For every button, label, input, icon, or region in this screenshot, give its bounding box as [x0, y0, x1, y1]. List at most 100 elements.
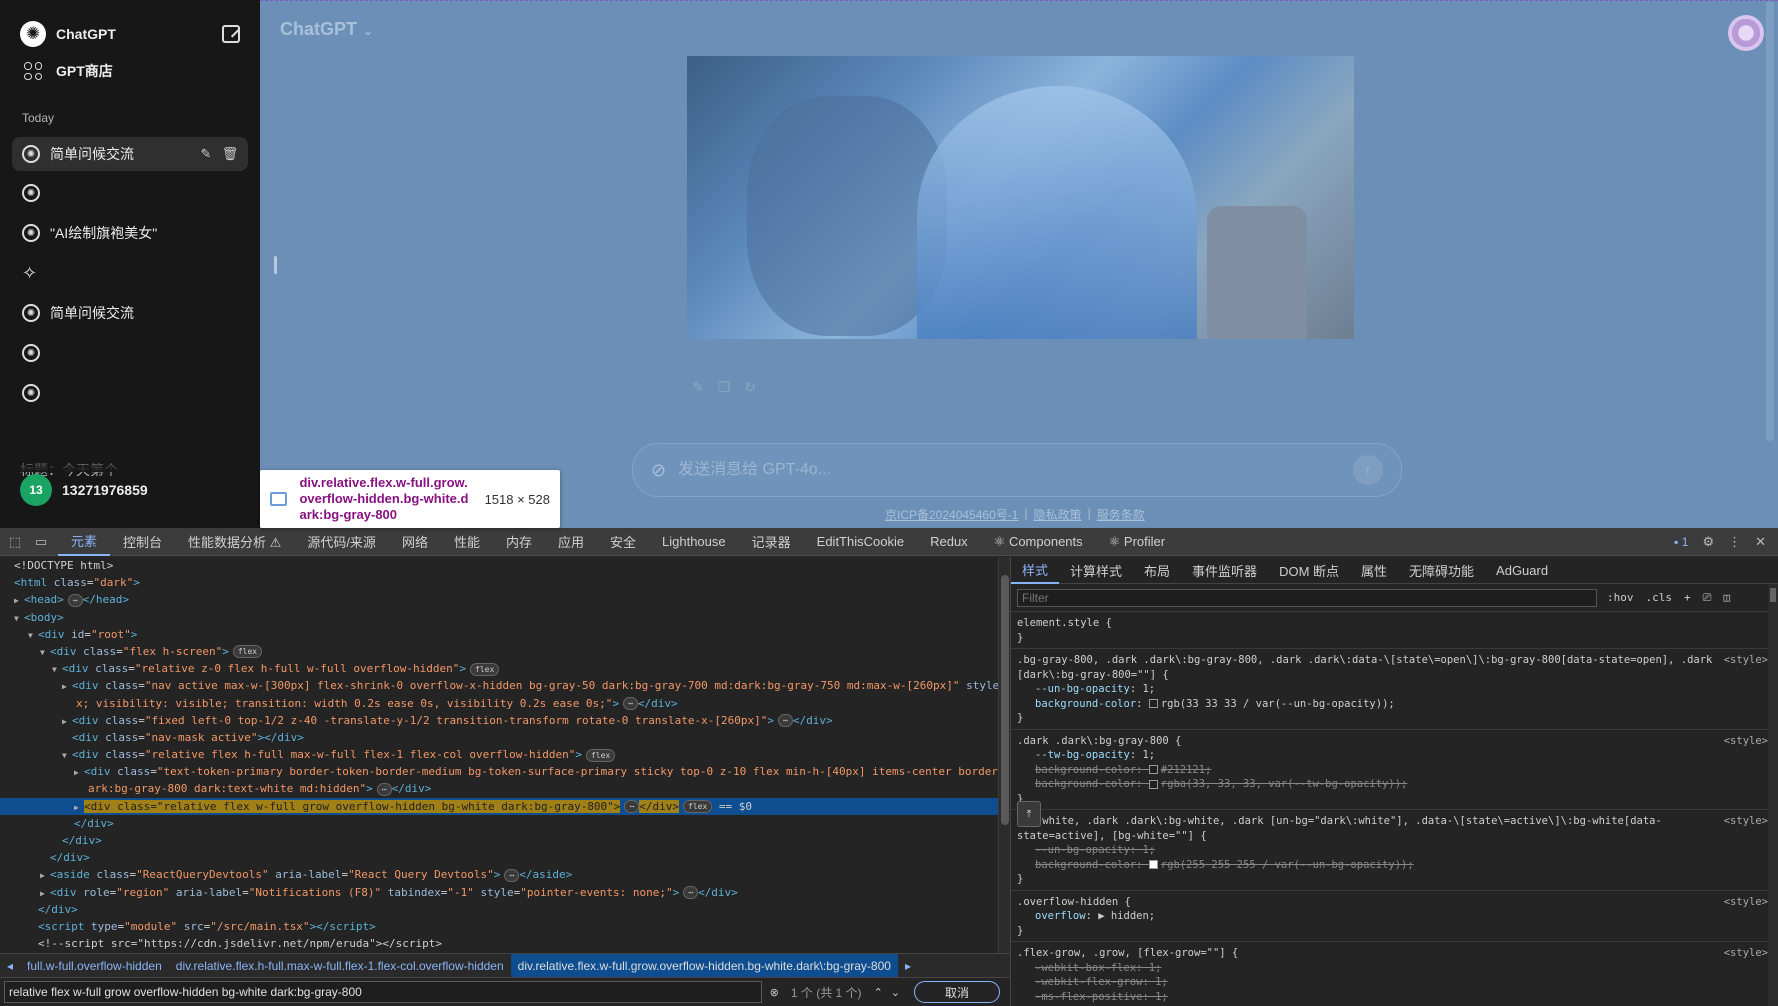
dom-node-selected[interactable]: ▶ <div class="relative flex w-full grow o…: [0, 797, 998, 815]
breadcrumb-item[interactable]: full.w-full.overflow-hidden: [20, 954, 169, 977]
dom-node[interactable]: <html class="dark">: [0, 574, 998, 591]
clear-search-icon[interactable]: ⊗: [770, 986, 779, 999]
rename-pencil-icon[interactable]: ✎: [198, 146, 214, 162]
breadcrumb-item-current[interactable]: div.relative.flex.w-full.grow.overflow-h…: [510, 954, 898, 977]
send-button[interactable]: ↑: [1353, 455, 1383, 485]
dom-node[interactable]: ▶ <div class="fixed left-0 top-1/2 z-40 -…: [0, 712, 998, 729]
dom-node[interactable]: ark:bg-gray-800 dark:text-white md:hidde…: [0, 780, 998, 797]
tab-application[interactable]: 应用: [545, 528, 597, 556]
settings-gear-icon[interactable]: ⚙: [1702, 534, 1714, 550]
delete-trash-icon[interactable]: 🗑: [222, 146, 239, 162]
dom-node[interactable]: ▶ <aside class="ReactQueryDevtools" aria-…: [0, 866, 998, 883]
tab-redux[interactable]: Redux: [917, 528, 981, 556]
dom-scrollbar[interactable]: [998, 557, 1010, 953]
css-rule[interactable]: <style> .bg-gray-800, .dark .dark\:bg-gr…: [1011, 649, 1778, 730]
dom-node[interactable]: ▶ <head> ⋯ </head>: [0, 591, 998, 608]
icp-link[interactable]: 京ICP备2024045460号-1: [885, 506, 1018, 523]
toggle-sidebar-icon[interactable]: ◫: [1723, 591, 1730, 605]
hov-toggle[interactable]: :hov: [1607, 591, 1634, 605]
chat-item[interactable]: ✺ "AI绘制旗袍美女": [12, 215, 248, 251]
chat-item[interactable]: ✺: [12, 175, 248, 211]
edit-icon[interactable]: ✎: [692, 379, 704, 396]
tab-adguard[interactable]: AdGuard: [1485, 557, 1559, 584]
new-rule-button[interactable]: +: [1684, 591, 1691, 605]
styles-scrollbar[interactable]: [1768, 584, 1778, 1006]
cancel-search-button[interactable]: 取消: [914, 981, 1000, 1003]
tab-event-listeners[interactable]: 事件监听器: [1181, 557, 1268, 584]
tab-editthiscookie[interactable]: EditThisCookie: [804, 528, 917, 556]
attach-paperclip-icon[interactable]: ⊘: [651, 460, 666, 481]
tab-profiler[interactable]: ⚛ Profiler: [1096, 528, 1178, 556]
dom-tree[interactable]: <!DOCTYPE html> <html class="dark"> ▶ <he…: [0, 557, 998, 953]
css-rule[interactable]: <style> .dark .dark\:bg-gray-800 { --tw-…: [1011, 730, 1778, 810]
breadcrumb-scroll-left-icon[interactable]: ◂: [0, 954, 20, 977]
flower-logo-icon[interactable]: [1728, 15, 1764, 51]
chat-item[interactable]: ✺: [12, 335, 248, 371]
drag-handle-popup[interactable]: ⤒: [1017, 801, 1041, 827]
main-scrollbar[interactable]: [1766, 1, 1774, 441]
close-icon[interactable]: ✕: [1755, 534, 1766, 550]
tab-computed[interactable]: 计算样式: [1059, 557, 1133, 584]
dom-node[interactable]: ▼ <div id="root">: [0, 626, 998, 643]
dom-node[interactable]: ▼ <div class="relative z-0 flex h-full w-…: [0, 660, 998, 677]
dom-node[interactable]: ▶ <div role="region" aria-label="Notifica…: [0, 884, 998, 901]
copy-icon[interactable]: ❐: [718, 379, 731, 396]
tab-lighthouse[interactable]: Lighthouse: [649, 528, 739, 556]
message-input[interactable]: [678, 461, 1353, 479]
rule-source-link[interactable]: <style>: [1724, 895, 1768, 910]
tab-performance-insights[interactable]: 性能数据分析 ⚠: [175, 528, 294, 556]
dom-node[interactable]: <script type="module" src="/src/main.tsx…: [0, 918, 998, 935]
dom-node[interactable]: </div>: [0, 849, 998, 866]
device-toggle-icon[interactable]: ▭: [32, 533, 50, 551]
regenerate-icon[interactable]: ↻: [744, 379, 756, 396]
tab-accessibility[interactable]: 无障碍功能: [1398, 557, 1485, 584]
more-options-icon[interactable]: ⋮: [1728, 534, 1741, 550]
tab-network[interactable]: 网络: [389, 528, 441, 556]
dom-node[interactable]: </div>: [0, 832, 998, 849]
css-rule[interactable]: <style> .overflow-hidden { overflow: ▶ h…: [1011, 891, 1778, 942]
breadcrumb-item[interactable]: div.relative.flex.h-full.max-w-full.flex…: [169, 954, 511, 977]
user-menu[interactable]: 13 13271976859: [20, 474, 148, 506]
rule-source-link[interactable]: <style>: [1724, 734, 1768, 749]
tab-dom-breakpoints[interactable]: DOM 断点: [1268, 557, 1350, 584]
dom-node[interactable]: <!DOCTYPE html>: [0, 557, 998, 574]
dom-node[interactable]: ▼ <body>: [0, 609, 998, 626]
privacy-link[interactable]: 隐私政策: [1034, 506, 1082, 523]
tab-styles[interactable]: 样式: [1011, 557, 1060, 584]
tab-elements[interactable]: 元素: [58, 528, 111, 556]
dom-search-input[interactable]: [4, 981, 762, 1003]
dom-node[interactable]: </div>: [0, 815, 998, 832]
tab-layout[interactable]: 布局: [1133, 557, 1181, 584]
css-rule[interactable]: <style> .bg-white, .dark .dark\:bg-white…: [1011, 810, 1778, 891]
chat-item[interactable]: ✺: [12, 375, 248, 411]
dom-node[interactable]: ▶ <div class="text-token-primary border-t…: [0, 763, 998, 780]
rule-source-link[interactable]: <style>: [1724, 814, 1768, 829]
css-rule[interactable]: <style> .flex-grow, .grow, [flex-grow=""…: [1011, 942, 1778, 1006]
paint-icon[interactable]: ⎚: [1703, 591, 1712, 605]
dom-node[interactable]: <div class="nav-mask active"></div>: [0, 729, 998, 746]
tab-performance[interactable]: 性能: [441, 528, 493, 556]
styles-filter-input[interactable]: [1017, 588, 1597, 607]
inspect-element-icon[interactable]: ⬚: [6, 533, 24, 551]
tab-memory[interactable]: 内存: [493, 528, 545, 556]
dom-node[interactable]: ▼ <div class="relative flex h-full max-w-…: [0, 746, 998, 763]
dom-node[interactable]: <!--script src="https://cdn.jsdelivr.net…: [0, 935, 998, 952]
model-selector[interactable]: ChatGPT ⌄: [280, 19, 373, 40]
tab-properties[interactable]: 属性: [1350, 557, 1398, 584]
chat-item[interactable]: ✺ 简单问候交流 ✎ 🗑: [12, 137, 248, 171]
css-rule[interactable]: element.style { }: [1011, 612, 1778, 649]
tab-console[interactable]: 控制台: [110, 528, 175, 556]
rule-source-link[interactable]: <style>: [1724, 653, 1768, 668]
search-next-icon[interactable]: ⌄: [891, 986, 900, 999]
tab-components[interactable]: ⚛ Components: [981, 528, 1096, 556]
chat-item[interactable]: ✧: [12, 255, 248, 291]
search-prev-icon[interactable]: ⌃: [874, 986, 883, 999]
gpt-store-link[interactable]: GPT商店: [24, 59, 240, 83]
sidebar-header[interactable]: ✺ ChatGPT: [20, 17, 240, 51]
chat-item[interactable]: ✺ 简单问候交流: [12, 295, 248, 331]
dom-node[interactable]: ▶ <div class="nav active max-w-[300px] fl…: [0, 677, 998, 694]
dom-node[interactable]: </div>: [0, 901, 998, 918]
rule-source-link[interactable]: <style>: [1724, 946, 1768, 961]
tab-sources[interactable]: 源代码/来源: [294, 528, 389, 556]
tab-recorder[interactable]: 记录器: [739, 528, 804, 556]
